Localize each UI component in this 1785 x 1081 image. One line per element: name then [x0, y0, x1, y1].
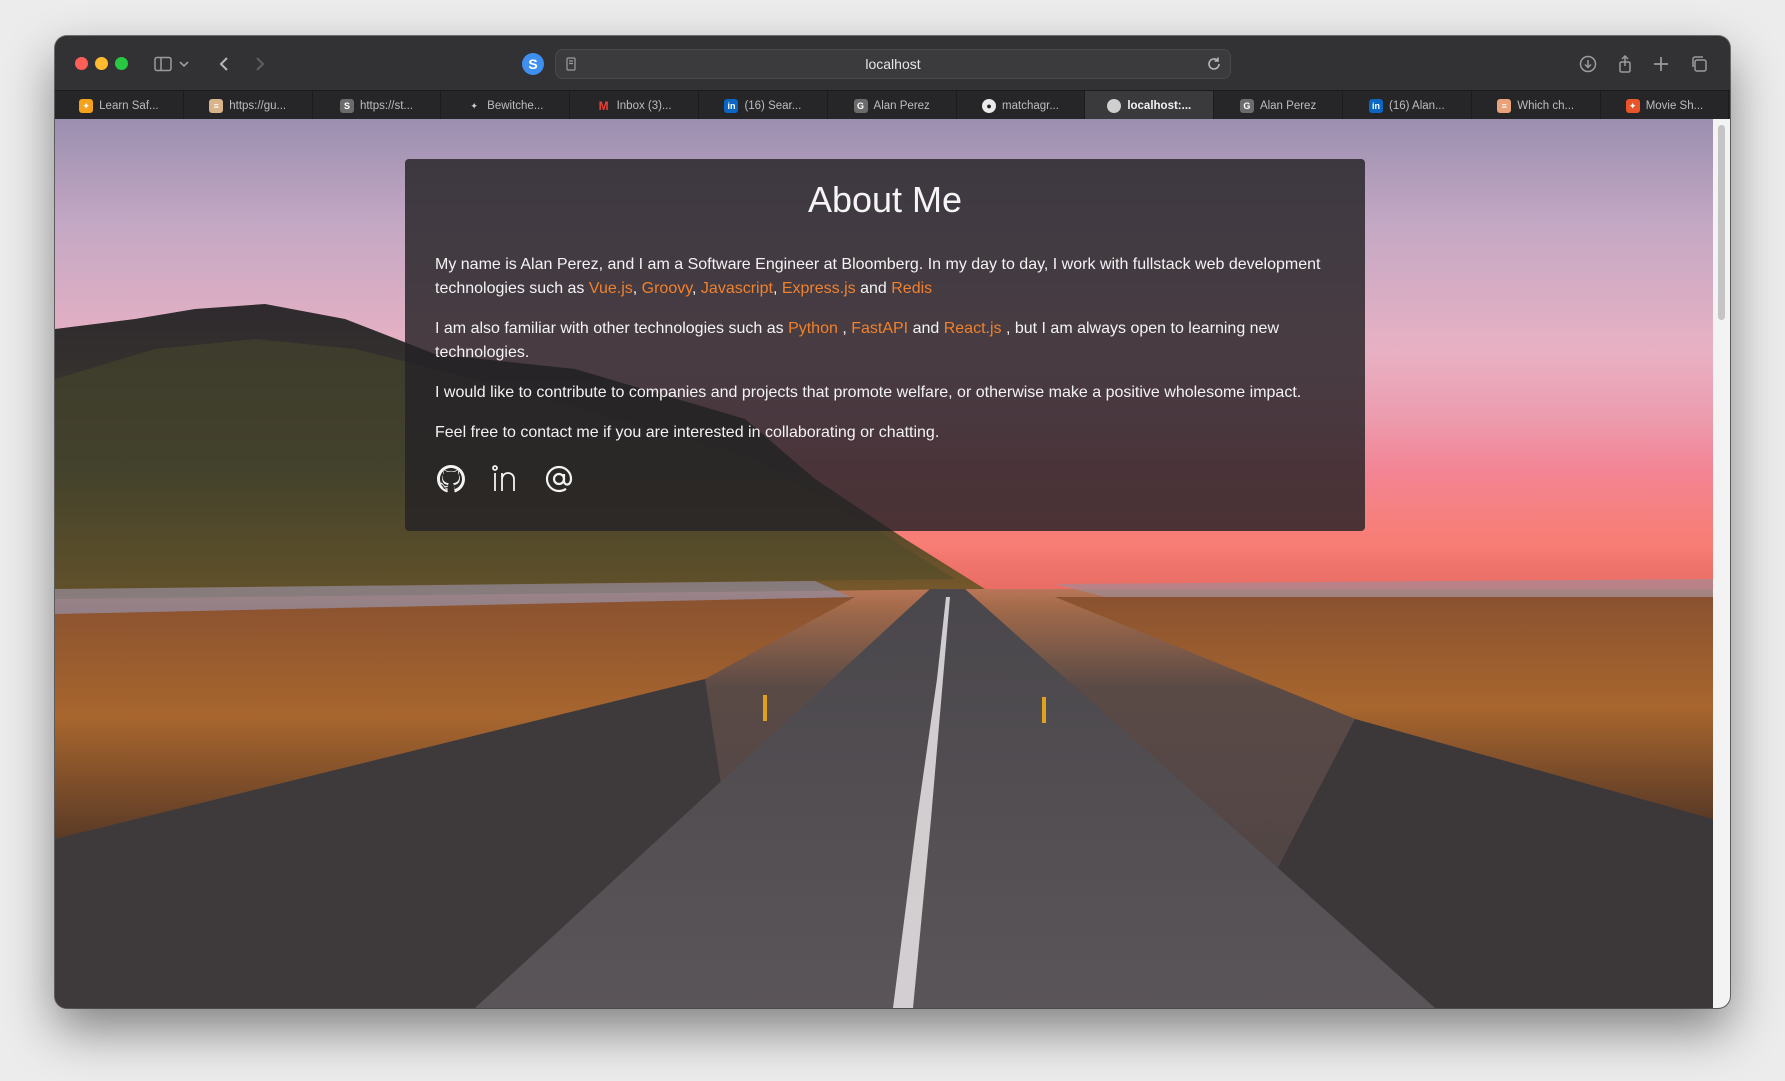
browser-window: S localhost ✦ Learn Saf... ≡ https://gu...…: [55, 36, 1730, 1008]
separator: ,: [632, 280, 642, 297]
tab-label: (16) Alan...: [1389, 99, 1445, 112]
tab-label: (16) Sear...: [744, 99, 802, 112]
document-icon: ≡: [209, 98, 224, 113]
tab-8[interactable]: localhost:...: [1085, 91, 1215, 120]
tab-label: localhost:...: [1127, 99, 1192, 112]
at-sign-icon[interactable]: [543, 463, 575, 495]
tab-label: https://gu...: [229, 99, 287, 112]
reload-icon[interactable]: [1205, 55, 1223, 73]
github-icon[interactable]: [435, 463, 467, 495]
browser-toolbar: S localhost: [55, 36, 1730, 90]
g-letter-icon: G: [1239, 98, 1254, 113]
tech-link-reactjs[interactable]: React.js: [944, 320, 1002, 337]
page-scrollbar[interactable]: [1713, 119, 1730, 1008]
tab-2[interactable]: Shttps://st...: [313, 91, 442, 120]
github-icon: ●: [982, 98, 997, 113]
tab-label: Bewitche...: [487, 99, 544, 112]
tab-9[interactable]: G Alan Perez: [1214, 91, 1343, 120]
globe-icon: [1107, 98, 1122, 113]
tech-link-javascript[interactable]: Javascript: [701, 280, 773, 297]
linkedin-icon: in: [1369, 98, 1384, 113]
tech-link-expressjs[interactable]: Express.js: [782, 280, 856, 297]
tab-label: Inbox (3)...: [616, 99, 672, 112]
tab-label: Alan Perez: [1259, 99, 1317, 112]
separator: ,: [772, 280, 782, 297]
tab-label: matchagr...: [1002, 99, 1059, 112]
tech-link-fastapi[interactable]: FastAPI: [851, 320, 908, 337]
about-paragraph-3: I would like to contribute to companies …: [435, 384, 1302, 401]
tab-label: https://st...: [359, 99, 414, 112]
linkedin-icon[interactable]: [489, 463, 521, 495]
about-paragraph-4: Feel free to contact me if you are inter…: [435, 424, 940, 441]
social-links: [435, 463, 1335, 495]
about-paragraph-2: I am also familiar with other technologi…: [435, 317, 1335, 365]
separator: and: [855, 280, 892, 297]
forward-button[interactable]: [247, 52, 271, 76]
tab-label: Alan Perez: [873, 99, 930, 112]
tech-link-python[interactable]: Python: [788, 320, 838, 337]
back-button[interactable]: [213, 52, 237, 76]
share-icon[interactable]: [1613, 52, 1637, 76]
separator: ,: [692, 280, 701, 297]
address-text: localhost: [865, 56, 921, 72]
chevron-down-icon[interactable]: [177, 52, 191, 76]
tab-0[interactable]: ✦ Learn Saf...: [55, 91, 184, 120]
tab-label: Movie Sh...: [1645, 99, 1704, 112]
sparkle-icon: ✦: [470, 100, 478, 111]
separator: ,: [837, 320, 852, 337]
tab-12[interactable]: ✦ Movie Sh...: [1601, 91, 1730, 120]
about-me-card: About Me My name is Alan Perez, and I am…: [405, 159, 1365, 531]
tab-label: Learn Saf...: [99, 99, 159, 112]
scrollbar-thumb[interactable]: [1718, 125, 1725, 320]
tech-link-vuejs[interactable]: Vue.js: [589, 280, 633, 297]
close-window-button[interactable]: [75, 57, 88, 70]
address-bar[interactable]: localhost: [555, 49, 1231, 79]
page-title: About Me: [807, 179, 963, 220]
tab-1[interactable]: ≡ https://gu...: [184, 91, 313, 120]
linkedin-icon: in: [724, 98, 739, 113]
s-letter-icon: S: [339, 98, 354, 113]
tab-overview-icon[interactable]: [1687, 52, 1711, 76]
bookmark-icon: ✦: [1625, 98, 1640, 113]
tab-10[interactable]: in (16) Alan...: [1343, 91, 1472, 120]
document-icon: ≡: [1497, 98, 1512, 113]
separator: and: [908, 320, 944, 337]
tab-label: Which ch...: [1517, 99, 1575, 112]
tab-bar: ✦ Learn Saf... ≡ https://gu... Shttps://st…: [55, 90, 1730, 120]
new-tab-icon[interactable]: [1649, 52, 1673, 76]
maximize-window-button[interactable]: [115, 57, 128, 70]
minimize-window-button[interactable]: [95, 57, 108, 70]
about-paragraph-1: My name is Alan Perez, and I am a Softwa…: [435, 253, 1335, 301]
page-content: About Me My name is Alan Perez, and I am…: [55, 119, 1713, 1008]
tab-7[interactable]: ● matchagr...: [957, 91, 1086, 120]
tech-link-redis[interactable]: Redis: [891, 280, 932, 297]
paragraph-text: I am also familiar with other technologi…: [435, 320, 789, 337]
tech-link-groovy[interactable]: Groovy: [642, 280, 692, 297]
sidebar-toggle-icon[interactable]: [151, 52, 175, 76]
downloads-icon[interactable]: [1576, 52, 1600, 76]
s-extension-icon[interactable]: S: [522, 53, 544, 75]
tab-5[interactable]: in (16) Sear...: [699, 91, 828, 120]
tab-6[interactable]: G Alan Perez: [828, 91, 957, 120]
tab-11[interactable]: ≡ Which ch...: [1472, 91, 1601, 120]
tab-4[interactable]: M Inbox (3)...: [570, 91, 699, 120]
gmail-icon: M: [598, 98, 609, 113]
tab-3[interactable]: ✦ Bewitche...: [441, 91, 571, 120]
g-letter-icon: G: [853, 98, 868, 113]
safari-learn-icon: ✦: [79, 98, 94, 113]
